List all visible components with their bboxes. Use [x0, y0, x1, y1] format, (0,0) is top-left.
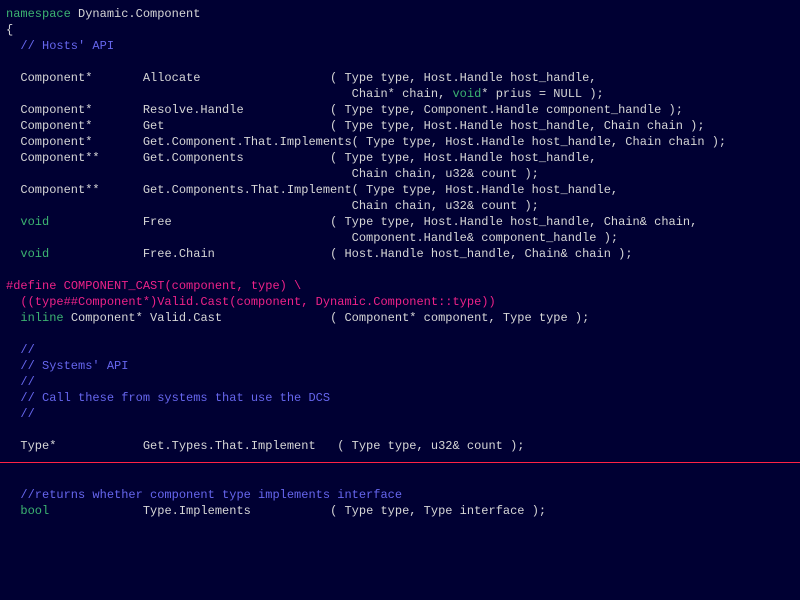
- macro: #define COMPONENT_CAST(component, type) …: [6, 279, 301, 293]
- code-block: namespace Dynamic.Component { // Hosts' …: [0, 0, 800, 460]
- line: {: [6, 23, 13, 37]
- line: Component* Get ( Type type, Host.Handle …: [6, 119, 705, 133]
- line: Component* Allocate ( Type type, Host.Ha…: [6, 71, 597, 85]
- keyword: void: [452, 87, 481, 101]
- line: bool Type.Implements ( Type type, Type i…: [6, 504, 546, 518]
- code: Free.Chain ( Host.Handle host_handle, Ch…: [49, 247, 632, 261]
- keyword: bool: [20, 504, 49, 518]
- pad: [6, 215, 20, 229]
- comment: // Hosts' API: [6, 39, 114, 53]
- code: Free ( Type type, Host.Handle host_handl…: [49, 215, 697, 229]
- code: Dynamic.Component: [71, 7, 201, 21]
- macro: ((type##Component*)Valid.Cast(component,…: [6, 295, 496, 309]
- comment: //: [6, 375, 35, 389]
- line: Component** Get.Components ( Type type, …: [6, 151, 597, 165]
- line: void Free.Chain ( Host.Handle host_handl…: [6, 247, 633, 261]
- keyword: void: [20, 215, 49, 229]
- line: Component.Handle& component_handle );: [6, 231, 618, 245]
- code: Chain* chain,: [6, 87, 452, 101]
- line: inline Component* Valid.Cast ( Component…: [6, 311, 589, 325]
- comment: //: [6, 343, 35, 357]
- pad: [6, 247, 20, 261]
- pad: [6, 311, 20, 325]
- code: Component* Valid.Cast ( Component* compo…: [64, 311, 590, 325]
- line: Chain chain, u32& count );: [6, 167, 539, 181]
- pad: [6, 504, 20, 518]
- keyword: namespace: [6, 7, 71, 21]
- line: namespace Dynamic.Component: [6, 7, 200, 21]
- keyword: void: [20, 247, 49, 261]
- code: * prius = NULL );: [481, 87, 603, 101]
- line: Component* Get.Component.That.Implements…: [6, 135, 726, 149]
- directive: #define: [6, 279, 56, 293]
- divider: [0, 462, 800, 463]
- code-block: //returns whether component type impleme…: [0, 465, 800, 525]
- line: Component** Get.Components.That.Implemen…: [6, 183, 618, 197]
- code: Type.Implements ( Type type, Type interf…: [49, 504, 546, 518]
- comment: // Call these from systems that use the …: [6, 391, 330, 405]
- line: Chain chain, u32& count );: [6, 199, 539, 213]
- line: Component* Resolve.Handle ( Type type, C…: [6, 103, 683, 117]
- line: Chain* chain, void* prius = NULL );: [6, 87, 604, 101]
- comment: // Systems' API: [6, 359, 128, 373]
- code: COMPONENT_CAST(component, type) \: [56, 279, 301, 293]
- line: Type* Get.Types.That.Implement ( Type ty…: [6, 439, 524, 453]
- line: void Free ( Type type, Host.Handle host_…: [6, 215, 697, 229]
- comment: //returns whether component type impleme…: [6, 488, 402, 502]
- keyword: inline: [20, 311, 63, 325]
- comment: //: [6, 407, 35, 421]
